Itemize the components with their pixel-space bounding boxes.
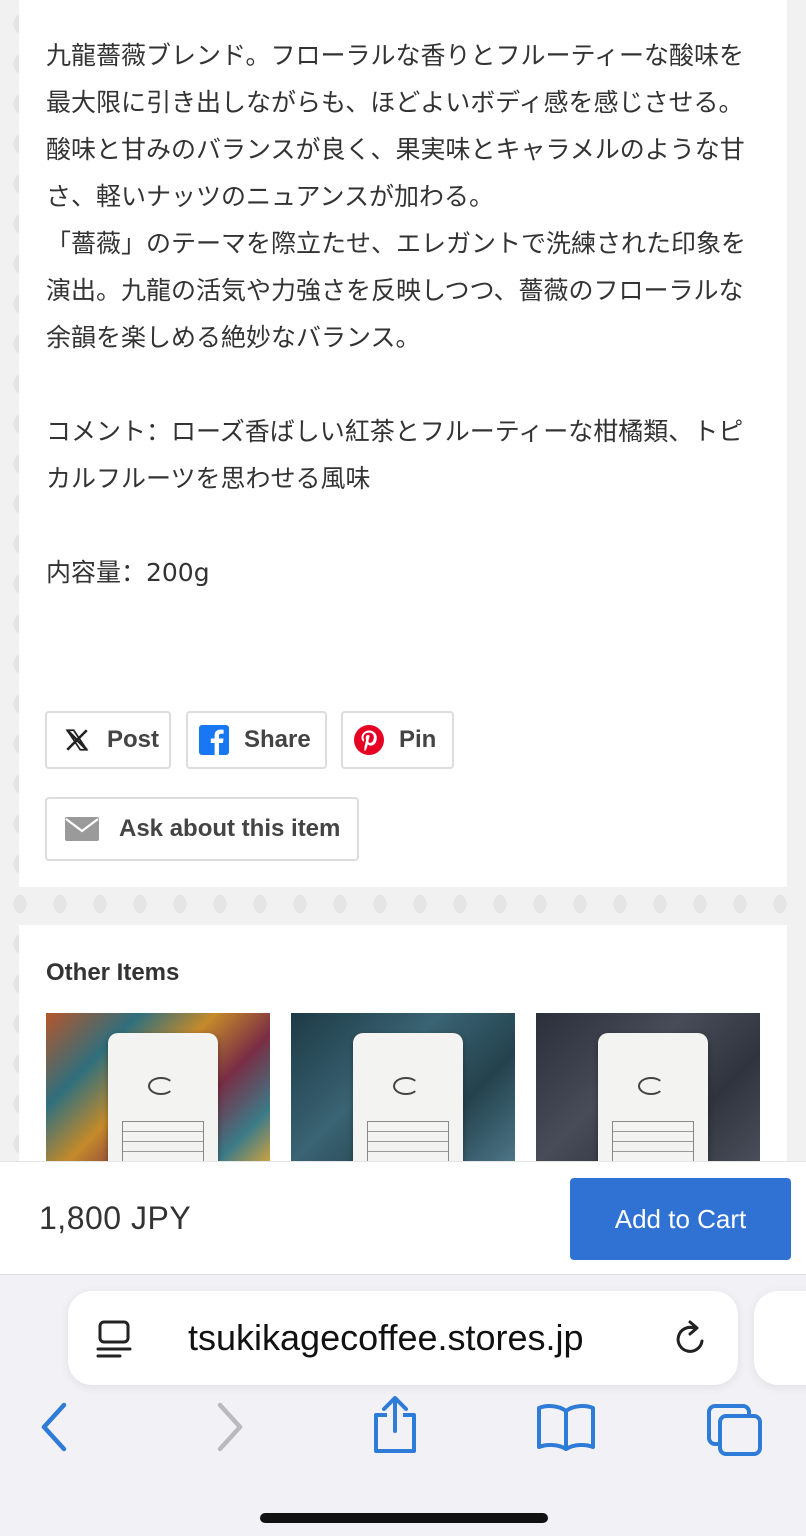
other-item-thumbnail[interactable] — [536, 1013, 760, 1165]
tabs-icon[interactable] — [706, 1403, 764, 1462]
address-bar[interactable]: tsukikagecoffee.stores.jp — [68, 1291, 738, 1385]
post-label: Post — [107, 726, 160, 753]
pin-label: Pin — [399, 726, 437, 753]
forward-icon[interactable] — [214, 1401, 246, 1458]
add-to-cart-button[interactable]: Add to Cart — [570, 1178, 791, 1260]
product-description: 九龍薔薇ブレンド。フローラルな香りとフルーティーな酸味を最大限に引き出しながらも… — [46, 41, 747, 587]
coffee-bag-image — [353, 1033, 463, 1165]
share-button[interactable]: Share — [186, 711, 327, 769]
back-icon[interactable] — [38, 1401, 70, 1458]
ask-about-item-button[interactable]: Ask about this item — [45, 797, 359, 861]
reload-icon[interactable] — [672, 1319, 710, 1364]
share-icon[interactable] — [370, 1395, 420, 1460]
other-items-section: Other Items — [19, 925, 787, 1165]
product-price: 1,800 JPY — [39, 1200, 192, 1236]
home-indicator — [260, 1513, 548, 1523]
bookmarks-icon[interactable] — [536, 1403, 596, 1456]
envelope-icon — [65, 813, 99, 845]
coffee-bag-image — [108, 1033, 218, 1165]
pin-button[interactable]: Pin — [341, 711, 454, 769]
page-menu-icon[interactable] — [96, 1319, 134, 1364]
product-description-card: 九龍薔薇ブレンド。フローラルな香りとフルーティーな酸味を最大限に引き出しながらも… — [19, 0, 787, 887]
facebook-icon — [198, 724, 230, 756]
ask-label: Ask about this item — [119, 815, 341, 842]
cart-bar: 1,800 JPY Add to Cart — [0, 1161, 806, 1274]
other-item-thumbnail[interactable] — [46, 1013, 270, 1165]
coffee-bag-image — [598, 1033, 708, 1165]
x-logo-icon — [61, 724, 93, 756]
browser-toolbar: tsukikagecoffee.stores.jp — [0, 1274, 806, 1536]
other-items-title: Other Items — [46, 959, 180, 986]
url-text: tsukikagecoffee.stores.jp — [188, 1317, 584, 1358]
post-button[interactable]: Post — [45, 711, 171, 769]
other-item-thumbnail[interactable] — [291, 1013, 515, 1165]
share-label: Share — [244, 726, 311, 753]
next-tab-preview[interactable] — [754, 1291, 806, 1385]
pinterest-icon — [353, 724, 385, 756]
